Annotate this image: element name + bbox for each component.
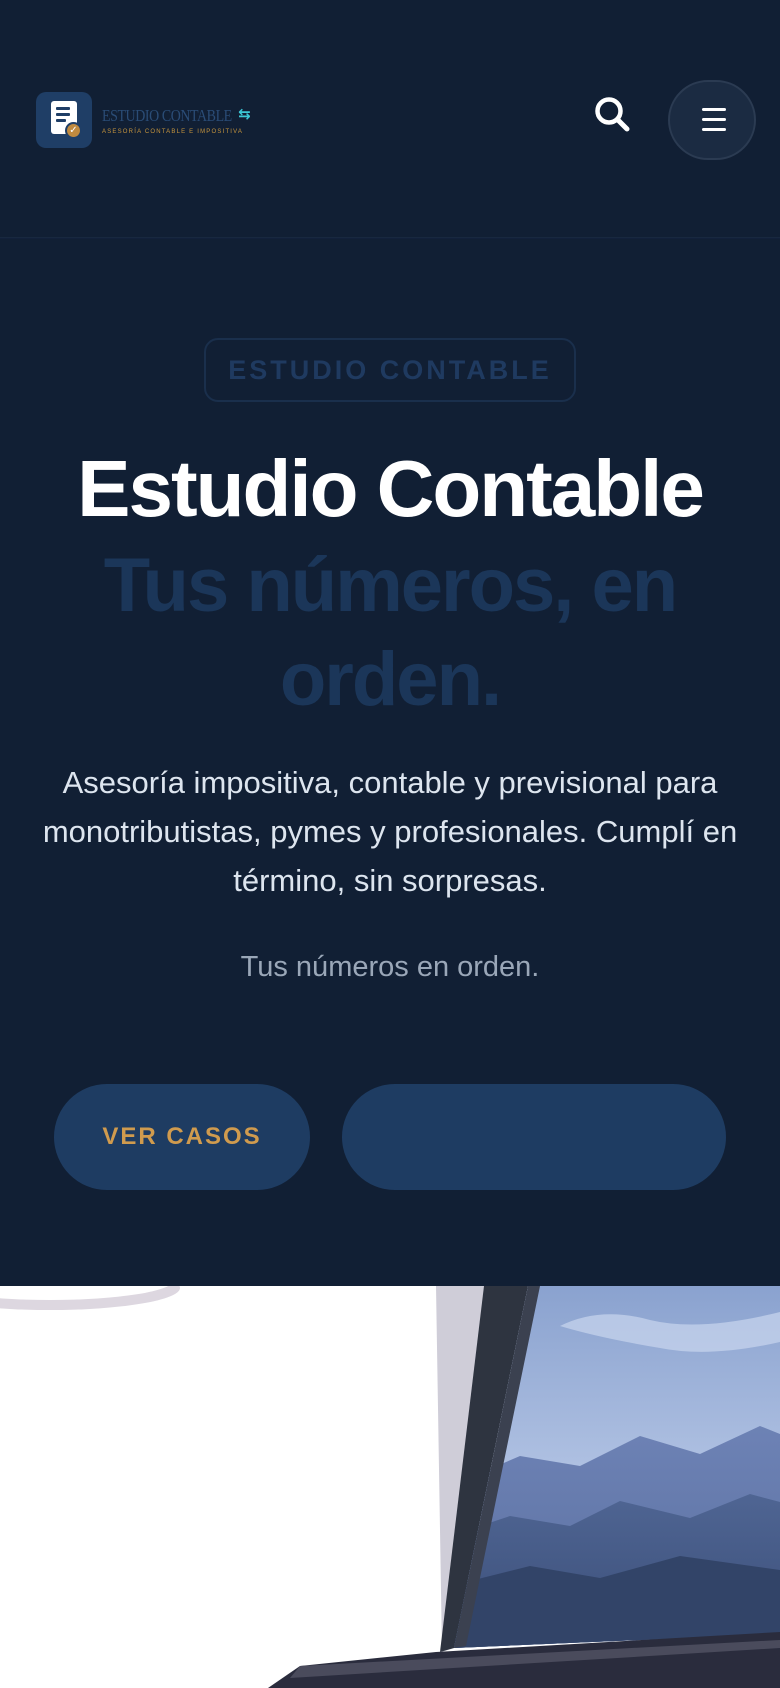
logo-tagline: ASESORÍA CONTABLE E IMPOSITIVA xyxy=(102,129,244,135)
hero-eyebrow: ESTUDIO CONTABLE xyxy=(204,338,576,402)
hero-title: Estudio Contable xyxy=(77,444,705,533)
document-check-icon: ✓ xyxy=(36,92,92,148)
ver-casos-button[interactable]: VER CASOS xyxy=(54,1084,310,1190)
laptop-image xyxy=(0,1286,780,1688)
search-button[interactable] xyxy=(592,94,634,136)
site-header: ✓ ESTUDIO CONTABLE ⇆ ASESORÍA CONTABLE E … xyxy=(0,0,780,238)
site-logo[interactable]: ✓ ESTUDIO CONTABLE ⇆ ASESORÍA CONTABLE E … xyxy=(36,92,260,148)
logo-arrows-icon: ⇆ xyxy=(238,106,251,123)
hero-section: ESTUDIO CONTABLE Estudio Contable Tus nú… xyxy=(0,239,780,1286)
secondary-cta-button[interactable] xyxy=(342,1084,726,1190)
search-icon xyxy=(595,97,630,132)
hero-tagline: Tus números en orden. xyxy=(240,951,540,983)
logo-name: ESTUDIO CONTABLE xyxy=(102,106,232,125)
menu-button[interactable] xyxy=(668,80,756,160)
hero-description: Asesoría impositiva, contable y previsio… xyxy=(42,765,738,898)
hero-subtitle: Tus números, en orden. xyxy=(103,543,678,722)
